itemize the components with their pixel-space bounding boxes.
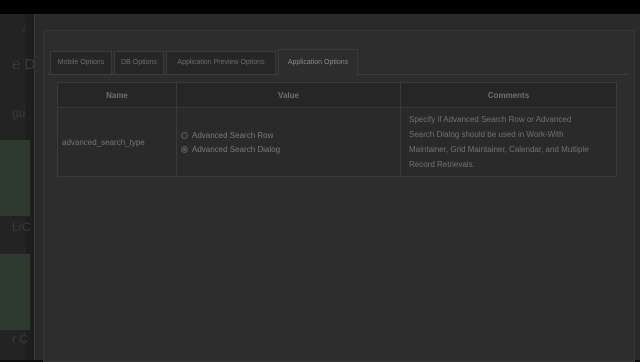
tab-mobile-options[interactable]: Mobile Options bbox=[50, 51, 112, 74]
radio-label: Advanced Search Row bbox=[192, 130, 274, 140]
radio-label: Advanced Search Dialog bbox=[192, 144, 281, 154]
background-text-fragment: e D bbox=[12, 56, 36, 73]
tab-db-options[interactable]: DB Options bbox=[114, 51, 164, 74]
option-comments-cell: Specify if Advanced Search Row or Advanc… bbox=[400, 107, 617, 177]
tab-application-options[interactable]: Application Options bbox=[278, 49, 358, 76]
radio-option-advanced-search-row[interactable]: Advanced Search Row bbox=[181, 128, 396, 142]
column-header-value: Value bbox=[176, 82, 401, 108]
column-header-name: Name bbox=[57, 82, 177, 108]
background-panel bbox=[0, 254, 30, 330]
background-panel bbox=[0, 140, 30, 216]
options-table: Name Value Comments advanced_search_type… bbox=[57, 82, 617, 177]
comment-line: Specify if Advanced Search Row or Advanc… bbox=[409, 115, 572, 124]
radio-button-selected[interactable] bbox=[181, 145, 188, 153]
radio-button[interactable] bbox=[181, 131, 188, 139]
options-dialog: Mobile Options DB Options Application Pr… bbox=[34, 14, 640, 362]
top-shadow-band bbox=[0, 0, 640, 14]
comment-line: Record Retrievals. bbox=[409, 160, 475, 169]
background-text-fragment: L/C bbox=[12, 220, 31, 234]
tab-bar: Mobile Options DB Options Application Pr… bbox=[48, 48, 628, 76]
background-text-fragment: gu bbox=[12, 106, 26, 120]
back-arrow-icon: ‹ bbox=[22, 24, 26, 35]
table-header-row: Name Value Comments bbox=[57, 82, 617, 108]
comment-line: Maintainer, Grid Maintainer, Calendar, a… bbox=[409, 145, 589, 154]
column-header-comments: Comments bbox=[400, 82, 617, 108]
background-text-fragment: r C bbox=[12, 332, 28, 346]
dialog-content: Mobile Options DB Options Application Pr… bbox=[43, 30, 635, 362]
radio-option-advanced-search-dialog[interactable]: Advanced Search Dialog bbox=[181, 142, 396, 156]
comment-line: Search Dialog should be used in Work-Wit… bbox=[409, 130, 564, 139]
tab-application-preview-options[interactable]: Application Preview Options bbox=[166, 51, 276, 74]
table-row: advanced_search_type Advanced Search Row… bbox=[57, 107, 617, 177]
option-name-cell: advanced_search_type bbox=[57, 107, 177, 177]
option-value-cell: Advanced Search Row Advanced Search Dial… bbox=[176, 107, 401, 177]
